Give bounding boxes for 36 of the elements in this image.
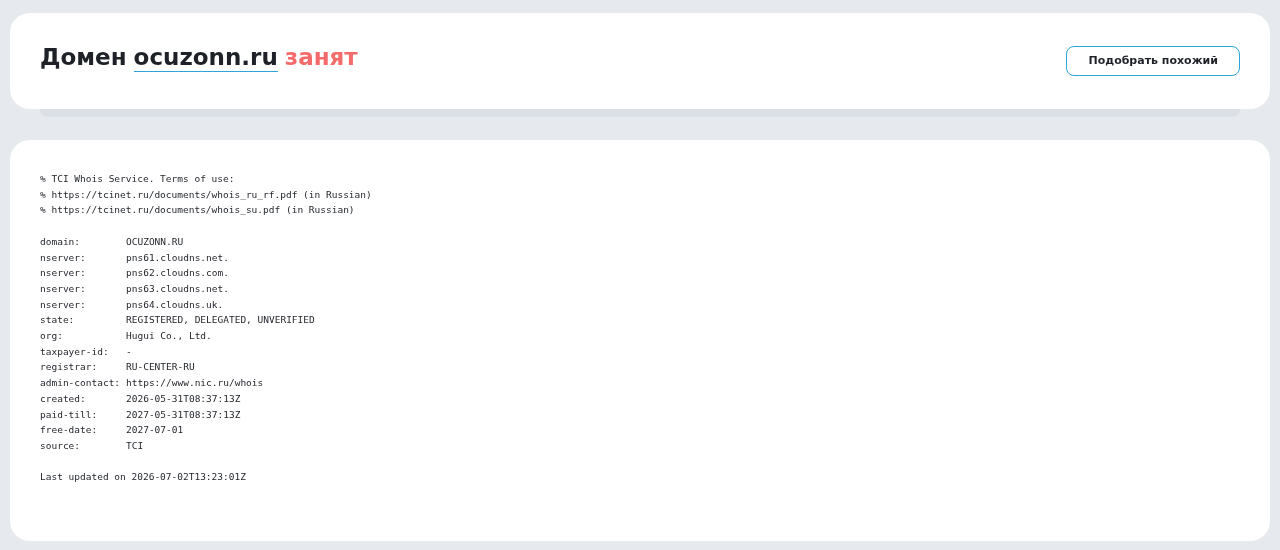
- whois-value: 2026-05-31T08:37:13Z: [126, 391, 241, 406]
- whois-value: pns62.cloudns.com.: [126, 266, 229, 281]
- whois-value: 2027-07-01: [126, 423, 184, 438]
- whois-value: pns64.cloudns.uk.: [126, 297, 224, 312]
- whois-value: TCI: [126, 438, 144, 453]
- whois-notice-line: % https://tcinet.ru/documents/whois_ru_rf.pdf (in Russian): [40, 187, 372, 202]
- find-similar-button[interactable]: Подобрать похожий: [1066, 46, 1240, 76]
- whois-value: 2027-05-31T08:37:13Z: [126, 407, 241, 422]
- whois-value: Hugui Co., Ltd.: [126, 329, 212, 343]
- whois-value: pns61.cloudns.net.: [126, 250, 229, 265]
- whois-key: registrar:: [40, 359, 126, 376]
- whois-notice-line: % https://tcinet.ru/documents/whois_su.pdf (in Russian): [40, 203, 355, 218]
- whois-key: source:: [40, 437, 126, 454]
- whois-key: nserver:: [40, 280, 126, 297]
- title-text: Домен: [40, 42, 127, 72]
- whois-key: org:: [40, 328, 126, 344]
- whois-value: pns63.cloudns.net.: [126, 281, 229, 296]
- last-updated-text: Last updated on 2026-07-02T13:23:01Z: [40, 470, 246, 485]
- whois-value: REGISTERED, DELEGATED, UNVERIFIED: [126, 313, 315, 328]
- whois-key: paid-till:: [40, 406, 126, 423]
- whois-key: nserver:: [40, 296, 126, 313]
- whois-key: created:: [40, 390, 126, 407]
- status-text: занят: [284, 42, 358, 72]
- whois-key: domain:: [40, 233, 126, 250]
- whois-notice-line: % TCI Whois Service. Terms of use:: [40, 172, 235, 186]
- whois-value: RU-CENTER-RU: [126, 360, 195, 375]
- whois-key: state:: [40, 312, 126, 328]
- whois-key: taxpayer-id:: [40, 343, 126, 360]
- whois-value: -: [126, 344, 132, 359]
- whois-value: https://www.nic.ru/whois: [126, 376, 264, 391]
- whois-key: nserver:: [40, 249, 126, 266]
- whois-key: free-date:: [40, 422, 126, 438]
- domain-link[interactable]: ocuzonn.ru: [133, 42, 278, 72]
- whois-key: admin-contact:: [40, 375, 126, 391]
- whois-key: nserver:: [40, 265, 126, 281]
- whois-value: OCUZONN.RU: [126, 234, 184, 249]
